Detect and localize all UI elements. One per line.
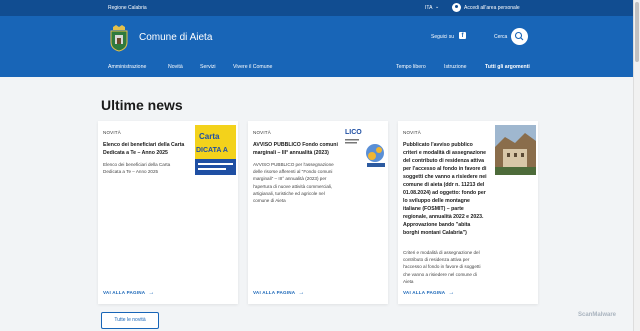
card-category: NOVITÀ <box>403 130 421 135</box>
card-thumbnail: Carta DICATA A <box>195 125 236 175</box>
card-title-line: soggetti che vanno a risiedere nei <box>403 174 487 180</box>
nav-item-istruzione[interactable]: Istruzione <box>444 64 467 70</box>
arrow-right-icon: → <box>448 290 455 296</box>
card-title-line: Approvazione bando "abita <box>403 222 471 228</box>
region-link[interactable]: Regione Calabria <box>108 5 147 11</box>
card-category: NOVITÀ <box>103 130 121 135</box>
read-more-label: VAI ALLA PAGINA <box>403 290 446 295</box>
card-description: AVVISO PUBBLICO per l'assegnazione delle… <box>253 161 334 204</box>
read-more-label: VAI ALLA PAGINA <box>103 290 146 295</box>
nav-item-servizi[interactable]: Servizi <box>200 64 216 70</box>
card-desc-line: comune di Aieta <box>253 198 286 204</box>
card-thumbnail <box>495 125 536 175</box>
login-button[interactable]: Accedi all'area personale <box>452 3 520 12</box>
thumb-text: DICATA A <box>196 147 228 154</box>
card-title-line: lo sviluppo delle montagne <box>403 198 470 204</box>
card-title-line: Pubblicato l'avviso pubblico <box>403 142 473 148</box>
coat-of-arms-logo[interactable] <box>108 24 130 52</box>
card-desc-line: AVVISO PUBBLICO per l'assegnazione <box>253 162 334 167</box>
card-title-line: criteri e modalità di assegnazione <box>403 150 487 156</box>
card-title-line: regionale, annualità 2022 e 2023. <box>403 214 484 220</box>
card-title[interactable]: AVVISO PUBBLICO Fondo comuni marginali –… <box>253 141 338 157</box>
follow-label: Seguici su <box>431 34 455 40</box>
news-card[interactable]: NOVITÀ LICO AVVISO PUBBLICO Fondo comuni… <box>248 121 388 304</box>
card-desc-line: artigianali, turistiche ed agricole nel <box>253 190 325 196</box>
card-category: NOVITÀ <box>253 130 271 135</box>
chevron-down-icon: ⌄ <box>435 4 440 10</box>
nav-item-novita[interactable]: Novità <box>168 64 183 70</box>
nav-item-tutti-gli-argomenti[interactable]: Tutti gli argomenti <box>485 64 530 70</box>
read-more-link[interactable]: VAI ALLA PAGINA → <box>103 290 155 296</box>
user-icon <box>452 3 461 12</box>
card-desc-line: che vanno a risiedere nel comune di <box>403 271 477 277</box>
section-title: Ultime news <box>101 97 183 113</box>
main-navigation: Amministrazione Novità Servizi Vivere il… <box>0 61 633 77</box>
all-news-button[interactable]: Tutte le novità <box>101 312 159 329</box>
card-title-line: Elenco dei beneficiari della Carta <box>103 142 185 148</box>
nav-item-amministrazione[interactable]: Amministrazione <box>108 64 146 70</box>
facebook-icon[interactable]: f <box>459 32 466 39</box>
read-more-label: VAI ALLA PAGINA <box>253 290 296 295</box>
card-description: Elenco dei beneficiari della Carta Dedic… <box>103 161 170 175</box>
card-desc-line: l'apertura di nuove attività commerciali… <box>253 183 333 189</box>
nav-item-vivere-il-comune[interactable]: Vivere il Comune <box>233 64 272 70</box>
card-title-line: borghi montani Calabria") <box>403 230 467 236</box>
arrow-right-icon: → <box>298 290 305 296</box>
card-desc-line: contributo di residenza attiva per <box>403 257 470 263</box>
card-desc-line: Criteri e modalità di assegnazione del <box>403 250 480 255</box>
card-description: Criteri e modalità di assegnazione del c… <box>403 249 481 285</box>
language-selector[interactable]: ITA <box>425 5 432 11</box>
card-desc-line: marginali" – III° annualità (2023) per <box>253 176 327 182</box>
card-title-line: per l'accesso al fondo in favore di <box>403 166 487 172</box>
card-title-line: italiane (FOSMIT) – parte <box>403 206 464 212</box>
arrow-right-icon: → <box>148 290 155 296</box>
news-card[interactable]: NOVITÀ Pubblicato l'avviso pubblico crit… <box>398 121 538 304</box>
card-title-line: del contributo di residenza attiva <box>403 158 484 164</box>
card-title-line: marginali – III° annualità (2023) <box>253 150 329 156</box>
card-title[interactable]: Elenco dei beneficiari della Carta Dedic… <box>103 141 184 157</box>
read-more-link[interactable]: VAI ALLA PAGINA → <box>253 290 305 296</box>
search-button[interactable] <box>511 28 528 45</box>
card-desc-line: l'accesso al fondo in favore di soggetti <box>403 264 481 270</box>
card-desc-line: Aieta <box>403 278 414 284</box>
card-thumbnail: LICO <box>345 125 386 175</box>
thumb-text: Carta <box>199 132 220 141</box>
card-title-line: comune di aieta (ddr n. 11213 del <box>403 182 485 188</box>
search-label: Cerca <box>494 34 508 40</box>
card-title-line: Dedicata a Te – Anno 2025 <box>103 150 168 156</box>
card-title[interactable]: Pubblicato l'avviso pubblico criteri e m… <box>403 141 487 237</box>
news-card[interactable]: NOVITÀ Carta DICATA A Elenco dei benefic… <box>98 121 238 304</box>
slim-header: Regione Calabria ITA ⌄ Accedi all'area p… <box>0 0 633 16</box>
search-icon <box>514 31 524 41</box>
card-desc-line: Dedicata a Te – Anno 2025 <box>103 169 159 175</box>
thumb-text: LICO <box>345 129 362 136</box>
card-desc-line: delle risorse afferenti al "Fondo comuni <box>253 169 333 175</box>
card-title-line: AVVISO PUBBLICO Fondo comuni <box>253 142 338 148</box>
card-title-line: 01.08.2024) ad oggetto: fondo per <box>403 190 486 196</box>
scrollbar-thumb[interactable] <box>635 2 639 62</box>
nav-item-tempo-libero[interactable]: Tempo libero <box>396 64 426 70</box>
read-more-link[interactable]: VAI ALLA PAGINA → <box>403 290 455 296</box>
watermark: ScanMalware <box>578 312 617 318</box>
login-label: Accedi all'area personale <box>464 4 520 11</box>
card-desc-line: Elenco dei beneficiari della Carta <box>103 162 171 167</box>
scrollbar[interactable] <box>633 0 640 331</box>
site-title[interactable]: Comune di Aieta <box>139 32 212 43</box>
center-header: Comune di Aieta Seguici su f Cerca <box>0 16 633 61</box>
